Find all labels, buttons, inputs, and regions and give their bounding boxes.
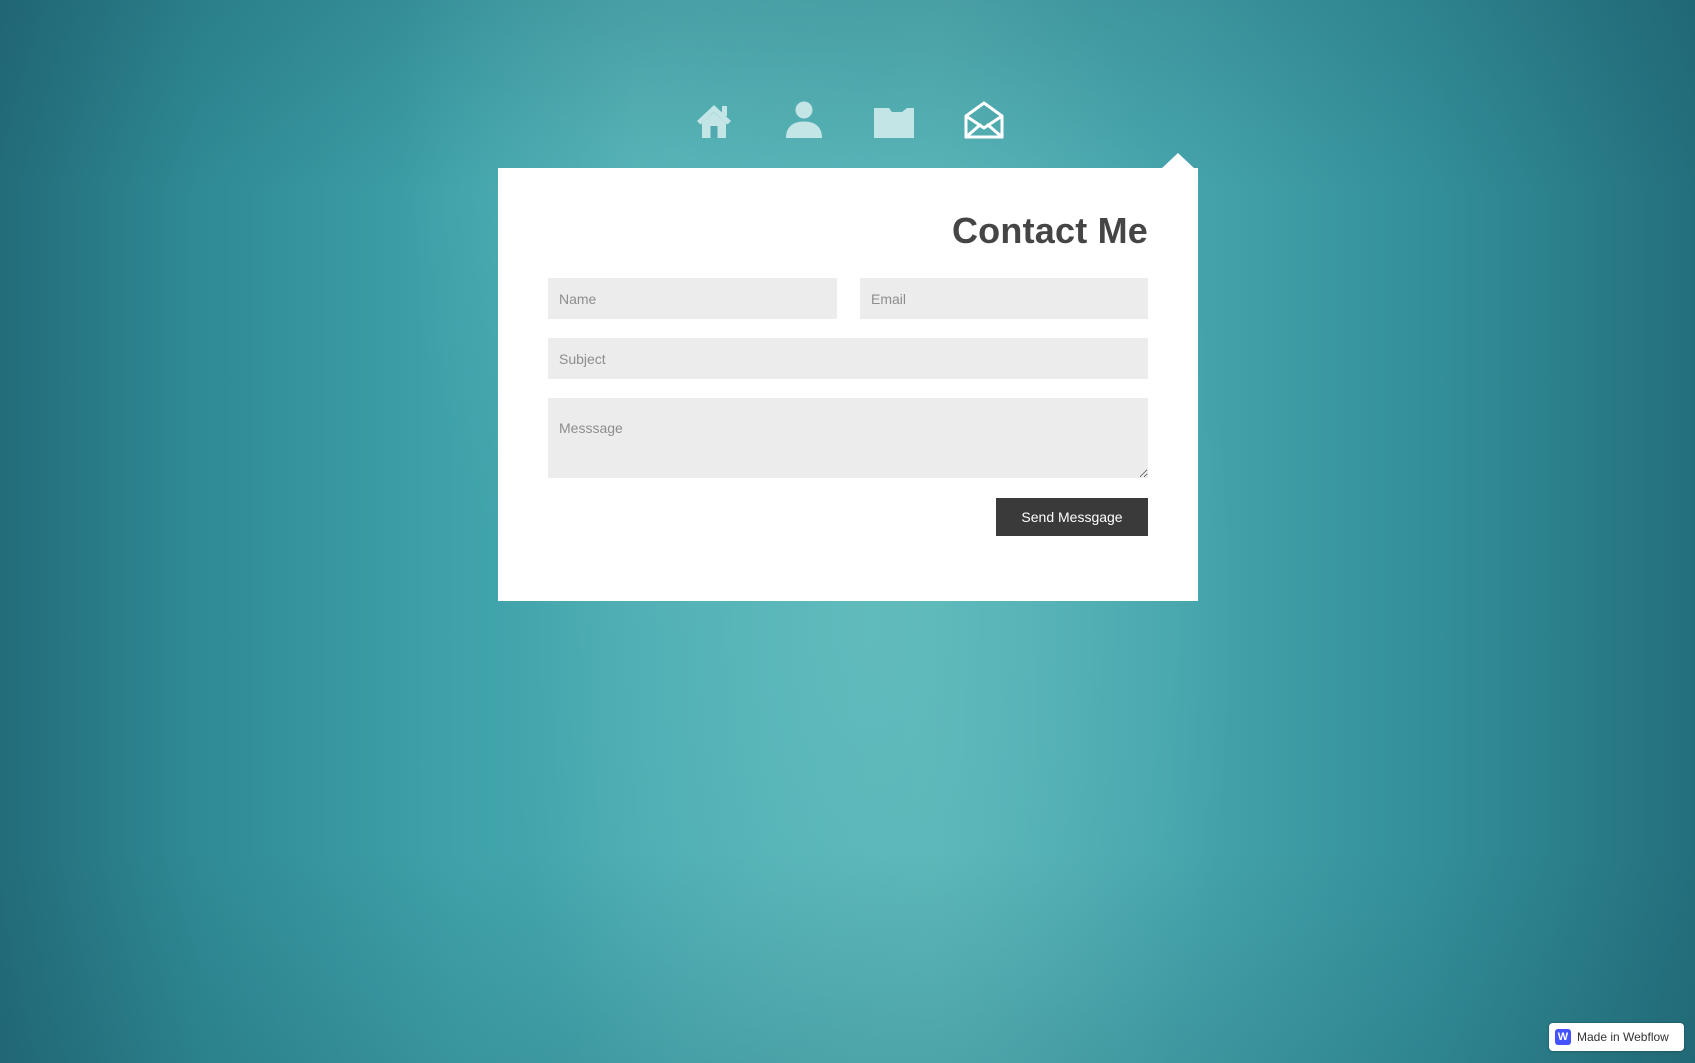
nav-contact-link[interactable]: [960, 96, 1008, 144]
message-field[interactable]: [548, 398, 1148, 478]
nav-about-link[interactable]: [780, 96, 828, 144]
icon-navigation: [690, 96, 1010, 144]
send-message-button[interactable]: Send Messgage: [996, 498, 1148, 536]
name-field[interactable]: [548, 278, 837, 319]
page-title: Contact Me: [951, 210, 1148, 251]
badge-label: Made in Webflow: [1577, 1030, 1669, 1044]
contact-panel: Contact Me Send Messgage: [498, 168, 1198, 601]
made-in-webflow-badge[interactable]: W Made in Webflow: [1549, 1023, 1684, 1051]
nav-home-link[interactable]: [690, 96, 738, 144]
webflow-logo-icon: W: [1555, 1029, 1571, 1045]
user-icon: [786, 101, 822, 138]
home-icon: [697, 105, 731, 138]
email-field[interactable]: [860, 278, 1148, 319]
folder-icon: [874, 108, 914, 138]
panel-pointer-arrow: [1161, 153, 1195, 169]
subject-field[interactable]: [548, 338, 1148, 379]
nav-work-link[interactable]: [870, 96, 918, 144]
envelope-open-icon: [964, 101, 1004, 139]
